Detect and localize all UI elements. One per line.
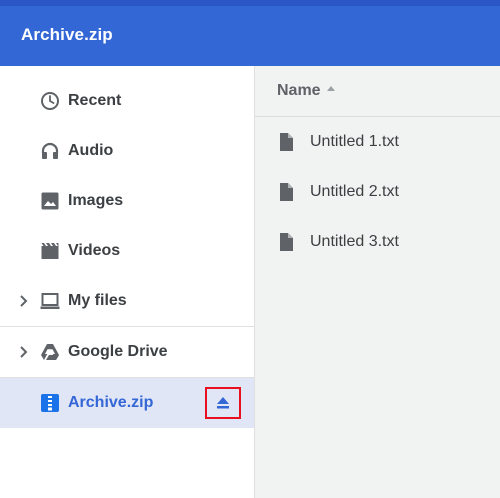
eject-icon[interactable] (216, 396, 230, 410)
sidebar-item-videos[interactable]: Videos (0, 226, 254, 276)
sidebar-item-label: Audio (68, 142, 114, 159)
sidebar-item-my-files[interactable]: My files (0, 276, 254, 326)
laptop-icon (40, 293, 60, 309)
title-bar: Archive.zip (0, 6, 500, 66)
film-icon (41, 243, 59, 259)
file-row[interactable]: Untitled 1.txt (255, 117, 500, 167)
window-title: Archive.zip (21, 25, 113, 44)
file-icon (280, 183, 293, 201)
clock-icon (41, 92, 59, 110)
zip-file-icon (41, 394, 59, 412)
chevron-right-icon[interactable] (18, 294, 30, 308)
sidebar: Recent Audio Images Videos My files Goog… (0, 66, 254, 498)
file-row[interactable]: Untitled 2.txt (255, 167, 500, 217)
google-drive-icon (41, 344, 59, 360)
column-header-name[interactable]: Name (277, 82, 321, 100)
file-name: Untitled 2.txt (310, 183, 399, 200)
sidebar-item-archive-zip[interactable]: Archive.zip (0, 378, 254, 428)
sidebar-item-recent[interactable]: Recent (0, 76, 254, 126)
sort-ascending-icon[interactable] (326, 85, 336, 93)
file-icon (280, 133, 293, 151)
sidebar-item-label: Images (68, 192, 124, 209)
headphones-icon (41, 142, 59, 159)
file-name: Untitled 3.txt (310, 233, 399, 250)
sidebar-item-label: Google Drive (68, 343, 168, 360)
eject-button[interactable] (205, 387, 241, 419)
sidebar-item-audio[interactable]: Audio (0, 126, 254, 176)
image-icon (41, 192, 59, 210)
file-list-pane: Name Untitled 1.txt Untitled 2.txt Untit… (255, 66, 500, 498)
column-header-row: Name (255, 66, 500, 116)
file-name: Untitled 1.txt (310, 133, 399, 150)
file-icon (280, 233, 293, 251)
sidebar-item-google-drive[interactable]: Google Drive (0, 327, 254, 377)
sidebar-item-label: Videos (68, 242, 121, 259)
sidebar-item-label: Recent (68, 92, 122, 109)
sidebar-item-label: Archive.zip (68, 394, 154, 411)
file-row[interactable]: Untitled 3.txt (255, 217, 500, 267)
sidebar-item-label: My files (68, 292, 127, 309)
chevron-right-icon[interactable] (18, 345, 30, 359)
sidebar-item-images[interactable]: Images (0, 176, 254, 226)
